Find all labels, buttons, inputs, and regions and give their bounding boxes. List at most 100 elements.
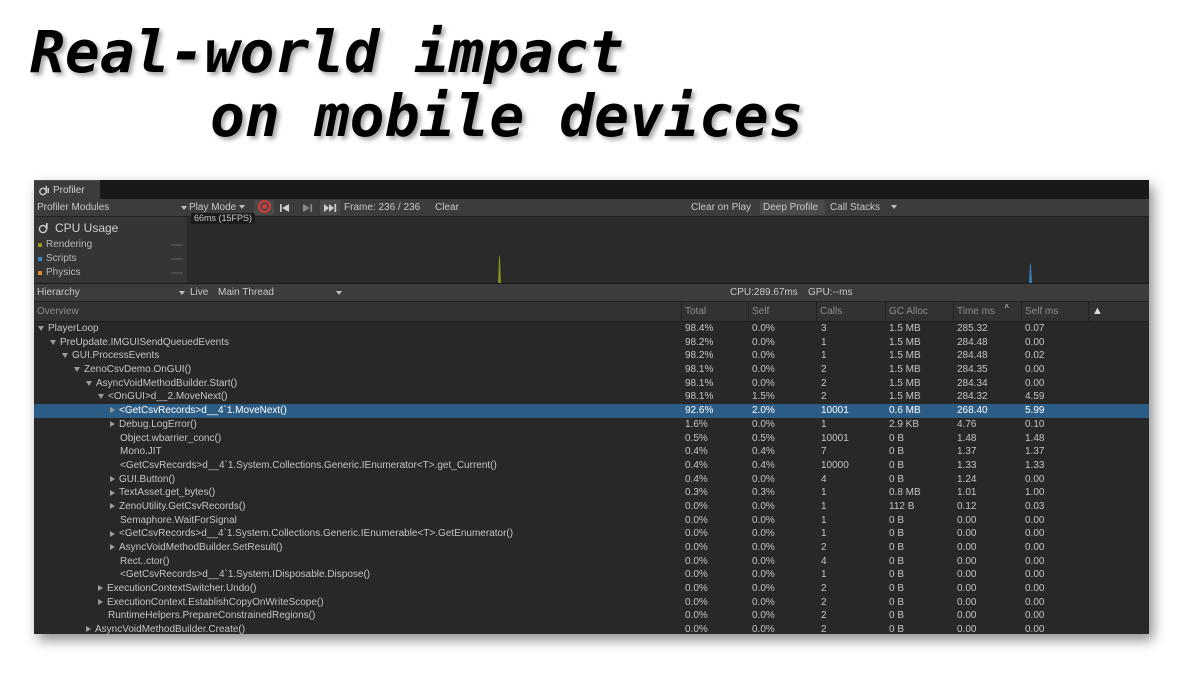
cell-total: 0.0% [685, 514, 708, 526]
legend-scripts-label: Scripts [46, 253, 77, 264]
first-frame-icon [280, 204, 289, 212]
expanded-arrow-icon[interactable] [98, 394, 104, 400]
table-row[interactable]: GUI.Button() 0.4% 0.0% 4 0 B 1.24 0.00 [34, 473, 1149, 487]
table-row[interactable]: <OnGUI>d__2.MoveNext() 98.1% 1.5% 2 1.5 MB 28… [34, 390, 1149, 404]
table-row[interactable]: Rect..ctor() 0.0% 0.0% 4 0 B 0.00 0.00 [34, 555, 1149, 569]
column-total[interactable]: Total [681, 302, 748, 321]
expanded-arrow-icon[interactable] [62, 353, 68, 359]
column-options-button[interactable]: ▲ [1088, 302, 1108, 321]
row-label: AsyncVoidMethodBuilder.SetResult() [119, 542, 283, 553]
tab-profiler[interactable]: Profiler [34, 180, 100, 199]
table-row[interactable]: AsyncVoidMethodBuilder.Start() 98.1% 0.0% 2… [34, 377, 1149, 391]
table-row[interactable]: AsyncVoidMethodBuilder.SetResult() 0.0% 0.… [34, 541, 1149, 555]
cpu-graph-spikes [498, 255, 1032, 283]
cell-self-ms: 1.37 [1025, 446, 1045, 458]
cell-name: Semaphore.WaitForSignal [110, 514, 237, 528]
column-gc-alloc[interactable]: GC Alloc [885, 302, 953, 321]
slide-title-line-1: Real-world impact [30, 18, 624, 86]
cell-total: 98.4% [685, 323, 714, 334]
table-row[interactable]: ZenoCsvDemo.OnGUI() 98.1% 0.0% 2 1.5 MB 284.3… [34, 363, 1149, 377]
column-time-ms[interactable]: Time ms ˄ [953, 302, 1021, 321]
deep-profile-toggle[interactable]: Deep Profile [760, 200, 825, 215]
collapsed-arrow-icon[interactable] [86, 626, 91, 633]
collapsed-arrow-icon[interactable] [110, 544, 115, 551]
table-row[interactable]: RuntimeHelpers.PrepareConstrainedRegions… [34, 609, 1149, 623]
expanded-arrow-icon[interactable] [38, 325, 44, 331]
table-row-selected[interactable]: <GetCsvRecords>d__4`1.MoveNext() 92.6% 2.0… [34, 404, 1149, 418]
column-self-ms[interactable]: Self ms [1021, 302, 1088, 321]
cell-name: <GetCsvRecords>d__4`1.System.Collections… [110, 459, 497, 473]
collapsed-arrow-icon[interactable] [98, 599, 103, 606]
table-row[interactable]: <GetCsvRecords>d__4`1.System.Collections… [34, 527, 1149, 541]
cell-name: GUI.ProcessEvents [62, 349, 159, 363]
live-toggle[interactable]: Live [190, 284, 208, 301]
chevron-down-icon [181, 206, 187, 210]
legend-scripts[interactable]: Scripts [38, 253, 183, 264]
table-row[interactable]: ZenoUtility.GetCsvRecords() 0.0% 0.0% 1 112 … [34, 500, 1149, 514]
row-label: <GetCsvRecords>d__4`1.System.Collections… [119, 528, 514, 540]
cell-self-ms: 0.00 [1025, 377, 1045, 389]
column-self[interactable]: Self [748, 302, 816, 321]
cell-gc-alloc: 1.5 MB [889, 391, 921, 403]
cell-time-ms: 0.00 [957, 569, 977, 581]
cell-calls: 1 [821, 487, 827, 499]
legend-rendering[interactable]: Rendering [38, 239, 183, 250]
hierarchy-rows: PlayerLoop 98.4% 0.0% 3 1.5 MB 285.32 0.07 PreU… [34, 322, 1149, 634]
table-row[interactable]: GUI.ProcessEvents 98.2% 0.0% 1 1.5 MB 284.48 0… [34, 349, 1149, 363]
table-row[interactable]: <GetCsvRecords>d__4`1.System.IDisposable… [34, 568, 1149, 582]
cell-self-ms: 0.07 [1025, 323, 1045, 334]
table-row[interactable]: Debug.LogError() 1.6% 0.0% 1 2.9 KB 4.76 0.10 [34, 418, 1149, 432]
next-frame-button[interactable] [302, 199, 318, 216]
record-button[interactable] [254, 200, 274, 215]
current-frame-button[interactable] [320, 200, 340, 215]
collapsed-arrow-icon[interactable] [110, 475, 115, 482]
column-calls[interactable]: Calls [816, 302, 885, 321]
legend-rendering-label: Rendering [46, 239, 93, 250]
cell-self: 0.0% [752, 364, 775, 376]
cell-self-ms: 0.00 [1025, 583, 1045, 595]
table-row[interactable]: ExecutionContextSwitcher.Undo() 0.0% 0.0% 2… [34, 582, 1149, 596]
row-label: Rect..ctor() [120, 555, 170, 567]
module-sidebar[interactable]: CPU Usage Rendering Scripts Physics [34, 217, 188, 283]
row-label: <GetCsvRecords>d__4`1.System.IDisposable… [120, 569, 371, 581]
gpu-time-readout: GPU:--ms [808, 287, 853, 298]
clear-on-play-toggle[interactable]: Clear on Play [691, 199, 751, 216]
legend-physics[interactable]: Physics [38, 267, 183, 278]
table-row[interactable]: PlayerLoop 98.4% 0.0% 3 1.5 MB 285.32 0.07 [34, 322, 1149, 336]
table-row[interactable]: ExecutionContext.EstablishCopyOnWriteSco… [34, 596, 1149, 610]
collapsed-arrow-icon[interactable] [110, 489, 115, 496]
expanded-arrow-icon[interactable] [50, 339, 56, 345]
table-row[interactable]: Mono.JIT 0.4% 0.4% 7 0 B 1.37 1.37 [34, 445, 1149, 459]
column-overview[interactable]: Overview [34, 302, 681, 321]
view-dropdown[interactable]: Hierarchy [37, 284, 185, 301]
expanded-arrow-icon[interactable] [74, 366, 80, 372]
call-stacks-toggle[interactable]: Call Stacks [830, 199, 897, 216]
expanded-arrow-icon[interactable] [86, 380, 92, 386]
first-frame-button[interactable] [279, 199, 295, 216]
cpu-usage-module: CPU Usage Rendering Scripts Physics 66ms… [34, 213, 1149, 284]
cpu-usage-graph[interactable]: 66ms (15FPS) [187, 213, 1149, 283]
profiler-modules-dropdown[interactable]: Profiler Modules [37, 199, 187, 216]
collapsed-arrow-icon[interactable] [98, 585, 103, 592]
table-row[interactable]: Object.wbarrier_conc() 0.5% 0.5% 10001 0 B 1.… [34, 432, 1149, 446]
collapsed-arrow-icon[interactable] [110, 530, 115, 537]
rendering-swatch [38, 242, 42, 247]
cell-calls: 10001 [821, 405, 849, 417]
table-row[interactable]: TextAsset.get_bytes() 0.3% 0.3% 1 0.8 MB 1.01… [34, 486, 1149, 500]
row-label: GUI.ProcessEvents [72, 350, 160, 362]
thread-dropdown[interactable]: Main Thread [218, 284, 342, 301]
scripts-spike [1029, 263, 1032, 283]
cell-total: 0.0% [685, 583, 708, 595]
table-row[interactable]: <GetCsvRecords>d__4`1.System.Collections… [34, 459, 1149, 473]
collapsed-arrow-icon[interactable] [110, 421, 115, 428]
collapsed-arrow-icon[interactable] [110, 503, 115, 510]
table-row[interactable]: PreUpdate.IMGUISendQueuedEvents 98.2% 0.0%… [34, 336, 1149, 350]
graph-frame-time-label: 66ms (15FPS) [191, 213, 256, 224]
collapsed-arrow-icon[interactable] [110, 407, 115, 414]
cell-name: Object.wbarrier_conc() [110, 432, 221, 446]
clear-button[interactable]: Clear [435, 199, 459, 216]
cell-self-ms: 1.33 [1025, 459, 1045, 471]
table-row[interactable]: AsyncVoidMethodBuilder.Create() 0.0% 0.0% 2… [34, 623, 1149, 634]
cell-name: ExecutionContext.EstablishCopyOnWriteSco… [98, 596, 324, 610]
table-row[interactable]: Semaphore.WaitForSignal 0.0% 0.0% 1 0 B 0.00 0… [34, 514, 1149, 528]
